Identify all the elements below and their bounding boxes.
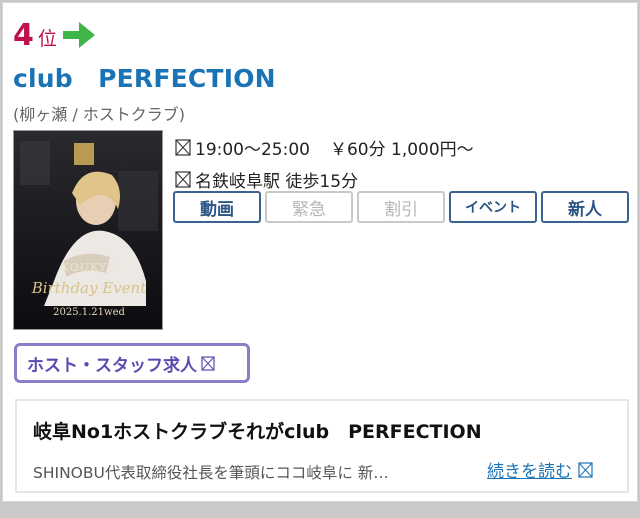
external-link-icon [578,461,593,478]
recruit-button[interactable]: ホスト・スタッフ求人 [14,343,250,383]
external-link-icon [201,355,215,371]
club-area-genre: (柳ヶ瀬 / ホストクラブ) [13,105,186,124]
read-more-link[interactable]: 続きを読む [487,457,597,482]
tag-video[interactable]: 動画 [173,191,261,223]
photo-caption-event: Birthday Event [31,279,147,297]
rank-number: 4 [13,18,34,53]
tag-discount: 割引 [357,191,445,223]
train-icon [175,171,191,188]
rank-indicator: 4 位 [13,19,97,51]
clock-icon [175,139,191,156]
ranking-card: 4 位 club PERFECTION (柳ヶ瀬 / ホストクラブ) KOUKY… [2,2,638,502]
description-title: 岐阜No1ホストクラブそれがclub PERFECTION [33,421,482,443]
access-line: 名鉄岐阜駅 徒歩15分 [175,167,358,192]
tag-urgent: 緊急 [265,191,353,223]
recruit-label: ホスト・スタッフ求人 [27,355,197,376]
tag-newcomer[interactable]: 新人 [541,191,629,223]
photo-caption-name: KOUKYO [60,261,118,274]
description-box: 岐阜No1ホストクラブそれがclub PERFECTION SHINOBU代表取… [15,399,629,493]
club-photo[interactable]: KOUKYO Birthday Event 2025.1.21wed [13,130,163,330]
hours-text: 19:00～25:00 [195,140,310,160]
read-more-label: 続きを読む [487,462,572,482]
rank-suffix: 位 [37,28,57,50]
club-title[interactable]: club PERFECTION [13,59,276,95]
access-text: 名鉄岐阜駅 徒歩15分 [195,172,359,192]
tag-event[interactable]: イベント [449,191,537,223]
photo-caption-date: 2025.1.21wed [53,307,125,318]
feature-tags: 動画 緊急 割引 イベント 新人 [173,191,633,223]
description-text: SHINOBU代表取締役社長を筆頭にココ岐阜に 新… [33,464,389,482]
price-text: ￥60分 1,000円～ [329,140,474,160]
hours-price-line: 19:00～25:00 ￥60分 1,000円～ [175,135,474,160]
arrow-right-icon [62,22,95,48]
